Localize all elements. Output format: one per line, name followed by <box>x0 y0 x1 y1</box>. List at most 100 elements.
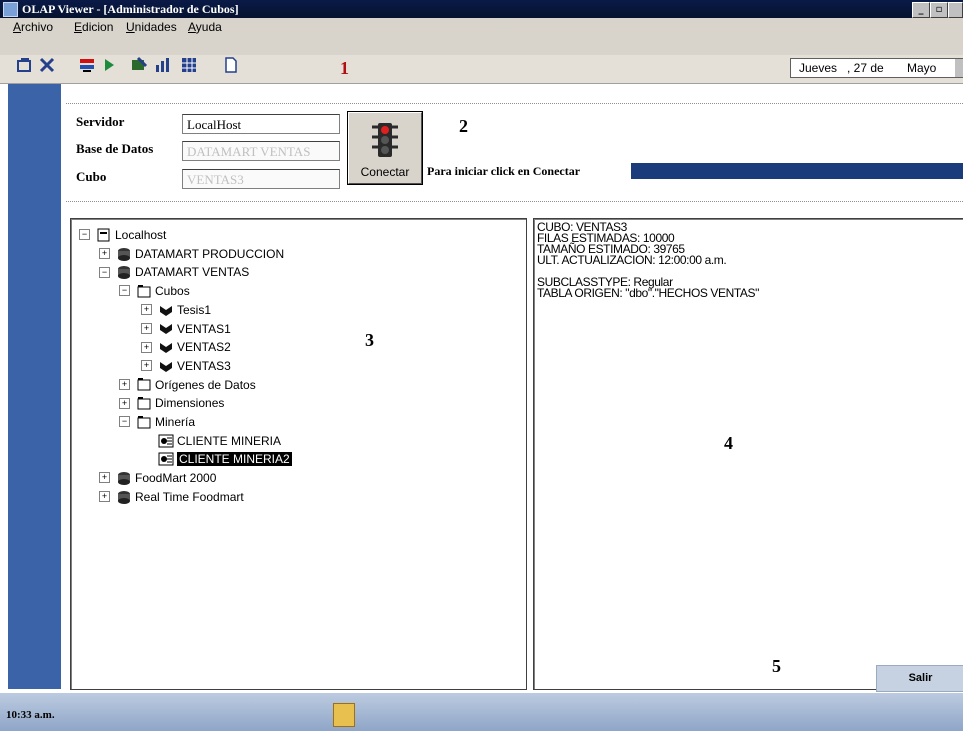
tree-expander-icon[interactable]: + <box>141 322 152 334</box>
mining-model-icon <box>158 434 174 448</box>
status-bar: 10:33 a.m. <box>0 693 963 731</box>
mining-model-icon <box>158 452 174 466</box>
folder-icon <box>137 284 151 298</box>
app-icon <box>3 2 18 17</box>
tree-node[interactable]: − Localhost <box>79 225 166 243</box>
tree-node-label: Orígenes de Datos <box>155 377 256 392</box>
play-icon[interactable] <box>100 56 118 74</box>
date-dropdown-arrow[interactable] <box>955 59 963 77</box>
annotation-2: 2 <box>459 116 468 136</box>
detail-line: ULT. ACTUALIZACION: 12:00:00 a.m. <box>537 253 727 267</box>
tree-node[interactable]: − Minería <box>119 412 195 430</box>
database-icon <box>118 471 130 485</box>
annotation-5: 5 <box>772 656 781 676</box>
database-field[interactable]: DATAMART VENTAS <box>182 141 340 161</box>
minimize-button[interactable]: _ <box>912 2 930 18</box>
tree-node[interactable]: − Cubos <box>119 281 190 299</box>
tree-node[interactable]: + DATAMART PRODUCCION <box>99 244 284 262</box>
menu-unidades[interactable]: Unidades <box>126 20 177 34</box>
tree-node[interactable]: + Orígenes de Datos <box>119 375 256 393</box>
window-title: OLAP Viewer - [Administrador de Cubos] <box>22 2 239 16</box>
menu-archivo[interactable]: Archivo <box>13 20 53 34</box>
close-x-icon[interactable] <box>38 56 56 74</box>
database-icon <box>118 247 130 261</box>
tree-expander-icon[interactable]: − <box>119 285 130 297</box>
chart-icon[interactable] <box>154 56 172 74</box>
folder-icon <box>137 378 151 391</box>
server-connect-icon[interactable] <box>78 56 96 74</box>
menu-ayuda[interactable]: Ayuda <box>188 20 222 34</box>
grid-icon[interactable] <box>180 56 198 74</box>
tree-node[interactable]: + Dimensiones <box>119 393 224 411</box>
tree-node[interactable]: + FoodMart 2000 <box>99 468 216 486</box>
tree-expander-icon[interactable]: + <box>119 378 130 390</box>
separator-middle <box>66 201 963 202</box>
left-sidebar-strip <box>8 84 61 689</box>
tree-node-label: DATAMART VENTAS <box>135 265 250 280</box>
tree-expander-icon[interactable]: − <box>99 266 110 278</box>
folder-icon <box>137 415 151 429</box>
connect-hint: Para iniciar click en Conectar <box>427 164 581 178</box>
connect-button-label: Conectar <box>360 165 410 179</box>
tree-node-label: VENTAS1 <box>177 321 231 336</box>
date-picker[interactable]: Jueves , 27 de Mayo <box>790 58 963 78</box>
date-day: Jueves <box>799 61 838 75</box>
folder-icon <box>137 397 151 410</box>
menu-bar: Archivo Edicion Unidades Ayuda <box>0 18 963 36</box>
tree-expander-icon[interactable]: + <box>141 360 152 372</box>
tree-expander-icon[interactable]: + <box>141 304 152 316</box>
date-month: Mayo <box>907 61 937 75</box>
edit-cube-icon[interactable] <box>130 56 148 74</box>
tree-node-label: CLIENTE MINERIA <box>177 433 282 448</box>
tree-expander-icon[interactable]: + <box>141 341 152 353</box>
tree-expander-icon[interactable]: − <box>119 416 130 428</box>
date-number: , 27 de <box>847 61 884 75</box>
annotation-4: 4 <box>724 433 733 453</box>
database-icon <box>118 266 130 280</box>
tree-node-label: DATAMART PRODUCCION <box>135 246 285 261</box>
menu-spacer <box>0 36 963 55</box>
tree-node[interactable]: + Tesis1 <box>141 300 211 318</box>
cube-tree-panel[interactable]: − Localhost + DATAMART PRODUCCION − DATAMART … <box>70 218 527 690</box>
document-icon[interactable] <box>222 56 240 74</box>
tree-node-label: Dimensiones <box>155 396 225 411</box>
tree-node[interactable]: + VENTAS2 <box>141 337 231 355</box>
annotation-1: 1 <box>340 58 349 78</box>
tree-expander-icon[interactable]: + <box>119 397 130 409</box>
tree-expander-icon[interactable]: + <box>99 248 110 260</box>
tree-node-label: Localhost <box>115 227 167 242</box>
tree-node[interactable]: CLIENTE MINERIA <box>141 431 281 449</box>
annotation-3: 3 <box>365 330 374 350</box>
title-bar: OLAP Viewer - [Administrador de Cubos] _… <box>0 0 963 18</box>
restore-button[interactable]: ▫ <box>930 2 948 18</box>
tree-node[interactable]: + VENTAS3 <box>141 356 231 374</box>
tree-expander-icon[interactable]: + <box>99 491 110 503</box>
server-icon <box>97 228 110 242</box>
cube-icon <box>160 305 172 316</box>
tree-node[interactable]: + VENTAS1 <box>141 319 231 337</box>
connect-button[interactable]: Conectar <box>348 112 422 184</box>
tree-node[interactable]: CLIENTE MINERIA2 <box>141 449 292 467</box>
database-label: Base de Datos <box>76 141 154 156</box>
cube-field[interactable]: VENTAS3 <box>182 169 340 189</box>
new-window-icon[interactable] <box>16 56 34 74</box>
tree-node-label: Tesis1 <box>177 302 212 317</box>
exit-button[interactable]: Salir <box>876 665 963 692</box>
tree-node-label: Minería <box>155 414 196 429</box>
tree-node-label: CLIENTE MINERIA2 <box>177 452 292 467</box>
cube-icon <box>160 343 172 354</box>
cube-label: Cubo <box>76 169 107 184</box>
tree-expander-icon[interactable]: − <box>79 229 90 241</box>
server-field[interactable]: LocalHost <box>182 114 340 134</box>
close-button[interactable] <box>948 2 963 18</box>
database-icon <box>118 490 130 504</box>
tree-expander-icon[interactable]: + <box>99 472 110 484</box>
menu-edicion[interactable]: Edicion <box>74 20 113 34</box>
tree-node[interactable]: + Real Time Foodmart <box>99 487 244 505</box>
tree-node-label: VENTAS3 <box>177 358 231 373</box>
hourglass-icon <box>333 703 355 727</box>
cube-icon <box>160 324 172 335</box>
separator-top <box>66 103 963 104</box>
tree-node[interactable]: − DATAMART VENTAS <box>99 262 249 280</box>
cube-icon <box>160 361 172 372</box>
